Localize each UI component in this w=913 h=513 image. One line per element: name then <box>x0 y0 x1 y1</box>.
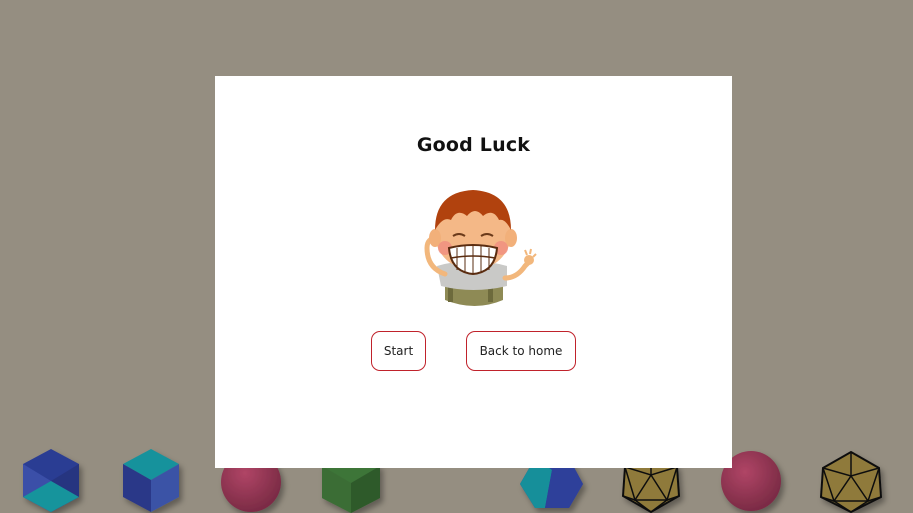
icosahedron-icon <box>819 450 883 513</box>
cube-icon <box>123 449 179 512</box>
smiling-boy-icon <box>424 190 537 306</box>
back-to-home-button[interactable]: Back to home <box>466 331 576 371</box>
dialog-title: Good Luck <box>416 134 531 156</box>
good-luck-dialog: Good Luck Start Back to home <box>215 76 732 468</box>
cube-icon <box>23 449 79 512</box>
start-button[interactable]: Start <box>371 331 426 371</box>
